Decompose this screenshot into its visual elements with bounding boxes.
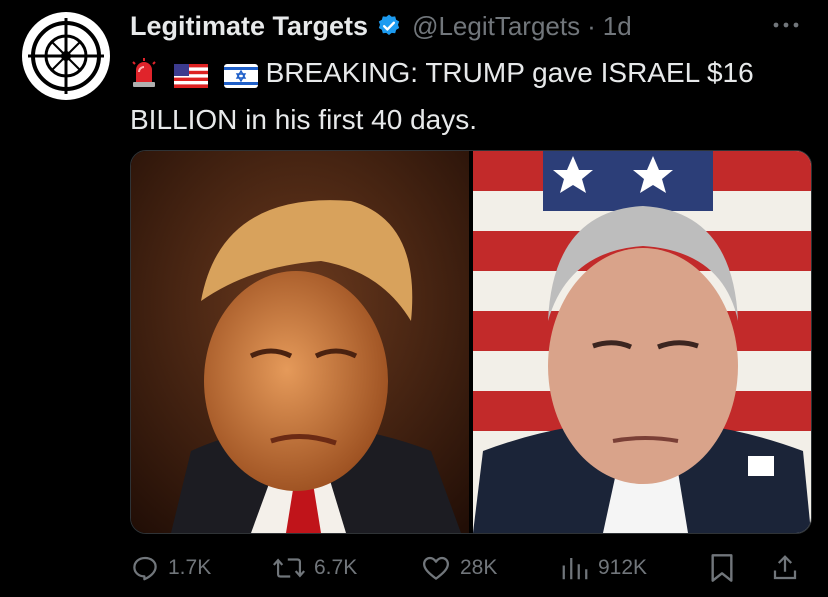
portrait-photo-flag-background (473, 151, 811, 533)
views-button[interactable]: 912K (560, 548, 647, 588)
post-media[interactable] (130, 150, 812, 534)
bookmark-button[interactable] (708, 548, 744, 588)
more-options-button[interactable] (768, 10, 804, 40)
reply-count: 1.7K (168, 556, 212, 579)
author-handle[interactable]: @LegitTargets (412, 11, 580, 42)
more-dots-icon (773, 22, 799, 28)
reply-icon (133, 556, 157, 581)
verified-badge-icon (378, 14, 400, 35)
post-text: BREAKING: TRUMP gave ISRAEL $16 BILLION … (130, 52, 810, 140)
separator-dot: · (587, 10, 596, 41)
like-button[interactable]: 28K (420, 548, 497, 588)
view-count: 912K (598, 556, 648, 579)
crosshair-logo-icon (26, 16, 106, 96)
post-time[interactable]: 1d (603, 11, 632, 42)
bookmark-icon (711, 554, 733, 582)
avatar[interactable] (22, 12, 110, 100)
heart-icon (423, 556, 449, 580)
police-light-emoji (130, 58, 158, 99)
share-icon (773, 555, 797, 580)
repost-icon (272, 558, 306, 578)
like-count: 28K (460, 556, 498, 579)
repost-count: 6.7K (314, 556, 358, 579)
reply-button[interactable]: 1.7K (130, 548, 211, 588)
right-portrait-photo[interactable] (473, 151, 811, 533)
repost-button[interactable]: 6.7K (272, 548, 357, 588)
post-header: Legitimate Targets @LegitTargets · 1d (130, 8, 632, 44)
left-portrait-photo[interactable] (131, 151, 469, 533)
us-flag-emoji (173, 58, 208, 99)
views-chart-icon (562, 558, 588, 580)
portrait-photo (131, 151, 469, 533)
israel-flag-emoji (223, 58, 258, 99)
author-name[interactable]: Legitimate Targets (130, 11, 368, 42)
share-button[interactable] (770, 548, 808, 588)
action-bar: 1.7K 6.7K 28K 912K (130, 548, 810, 588)
